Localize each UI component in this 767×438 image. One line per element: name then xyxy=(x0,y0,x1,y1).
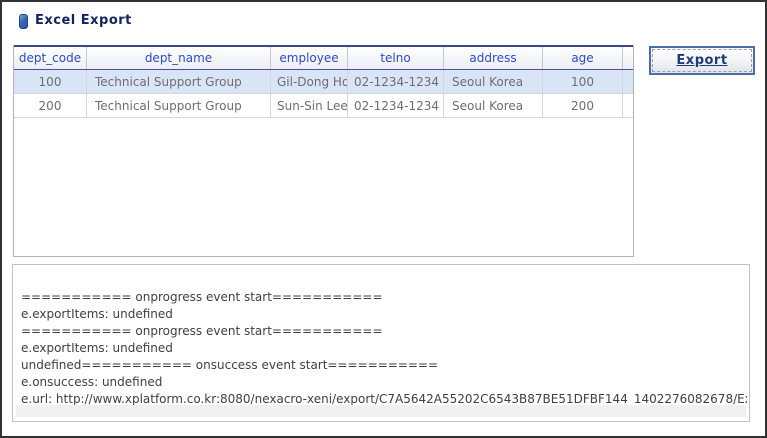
cell-age[interactable]: 200 xyxy=(543,94,623,118)
log-lines: =========== onprogress event start======… xyxy=(21,289,747,408)
export-button-label: Export xyxy=(676,53,727,68)
grid-header-row: dept_code dept_name employee telno addre… xyxy=(14,45,633,70)
column-header-age[interactable]: age xyxy=(543,47,623,69)
grid-row-selected[interactable]: 100 Technical Support Group Gil-Dong Ho … xyxy=(14,70,633,94)
cell-telno[interactable]: 02-1234-1234 xyxy=(348,70,444,94)
column-header-dept-name[interactable]: dept_name xyxy=(87,47,271,69)
export-button[interactable]: Export xyxy=(649,46,755,75)
log-line: undefined=========== onsuccess event sta… xyxy=(21,357,747,374)
column-header-employee[interactable]: employee xyxy=(271,47,348,69)
cell-address[interactable]: Seoul Korea xyxy=(444,94,543,118)
log-line: =========== onprogress event start======… xyxy=(21,323,747,340)
excel-export-window: Excel Export dept_code dept_name employe… xyxy=(0,0,767,438)
cell-employee[interactable]: Gil-Dong Ho xyxy=(271,70,348,94)
column-header-address[interactable]: address xyxy=(444,47,543,69)
cell-dept-code[interactable]: 200 xyxy=(14,94,87,118)
data-grid: dept_code dept_name employee telno addre… xyxy=(13,45,634,257)
cell-filler xyxy=(623,70,633,94)
cell-dept-code[interactable]: 100 xyxy=(14,70,87,94)
log-line: =========== onprogress event start======… xyxy=(21,289,747,306)
log-line: e.onsuccess: undefined xyxy=(21,374,747,391)
title-bullet-icon xyxy=(19,14,28,29)
cell-address[interactable]: Seoul Korea xyxy=(444,70,543,94)
log-textarea[interactable]: =========== onprogress event start======… xyxy=(12,264,750,422)
cell-age[interactable]: 100 xyxy=(543,70,623,94)
cell-dept-name[interactable]: Technical Support Group xyxy=(87,94,271,118)
log-line: e.exportItems: undefined xyxy=(21,340,747,357)
log-line: e.exportItems: undefined xyxy=(21,306,747,323)
cell-filler xyxy=(623,94,633,118)
grid-row[interactable]: 200 Technical Support Group Sun-Sin Lee … xyxy=(14,94,633,118)
column-header-telno[interactable]: telno xyxy=(348,47,444,69)
page-title: Excel Export xyxy=(35,13,132,28)
log-hscrollbar-track[interactable] xyxy=(16,405,746,417)
cell-dept-name[interactable]: Technical Support Group xyxy=(87,70,271,94)
column-header-dept-code[interactable]: dept_code xyxy=(14,47,87,69)
column-header-filler xyxy=(623,47,633,69)
cell-telno[interactable]: 02-1234-1234 xyxy=(348,94,444,118)
cell-employee[interactable]: Sun-Sin Lee xyxy=(271,94,348,118)
